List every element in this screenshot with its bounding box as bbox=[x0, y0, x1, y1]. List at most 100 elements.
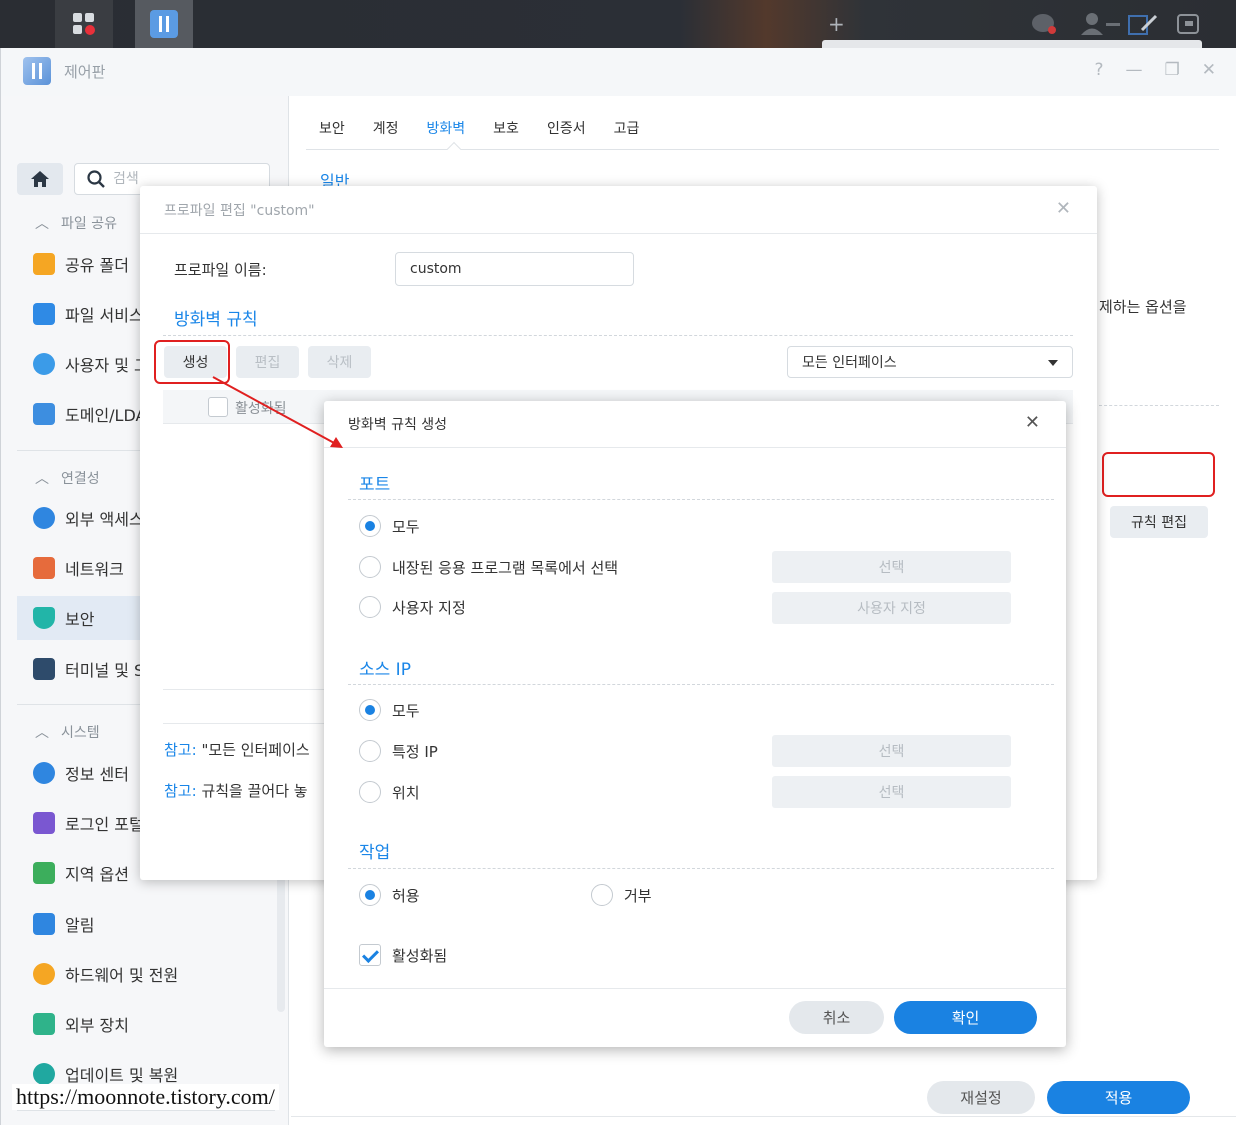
window-controls: ? — ❐ ✕ bbox=[1094, 60, 1216, 80]
home-icon bbox=[31, 171, 49, 187]
tab-bar: 보안 계정 방화벽 보호 인증서 고급 bbox=[319, 118, 667, 138]
content-divider bbox=[1099, 405, 1219, 406]
users-icon bbox=[33, 353, 55, 375]
source-all-radio[interactable] bbox=[359, 699, 381, 721]
action-deny-radio[interactable] bbox=[591, 884, 613, 906]
highlight-create bbox=[154, 340, 230, 384]
highlight-edit-rules bbox=[1102, 452, 1215, 497]
dialog-divider bbox=[140, 233, 1097, 234]
control-panel-taskbar-button[interactable] bbox=[135, 0, 193, 48]
source-ip-title: 소스 IP bbox=[359, 660, 411, 680]
port-builtin-radio[interactable] bbox=[359, 556, 381, 578]
port-all-radio[interactable] bbox=[359, 515, 381, 537]
note-drag-rules: 참고: 규칙을 끌어다 놓 bbox=[164, 782, 308, 800]
footer-divider bbox=[291, 1116, 1236, 1117]
tab-firewall[interactable]: 방화벽 bbox=[427, 118, 480, 138]
firewall-description: 제하는 옵션을 bbox=[1099, 298, 1187, 316]
source-location-radio[interactable] bbox=[359, 781, 381, 803]
dialog-divider bbox=[324, 447, 1066, 448]
home-button[interactable] bbox=[17, 163, 63, 195]
source-all-label: 모두 bbox=[392, 702, 420, 720]
cancel-button[interactable]: 취소 bbox=[789, 1001, 884, 1034]
note-interfaces: 참고: "모든 인터페이스 bbox=[164, 741, 310, 759]
section-connectivity[interactable]: ︿ 연결성 bbox=[35, 468, 100, 488]
tab-advanced[interactable]: 고급 bbox=[614, 118, 654, 138]
active-tab-indicator bbox=[446, 141, 462, 157]
minimize-icon[interactable]: — bbox=[1126, 60, 1143, 80]
apply-button[interactable]: 적용 bbox=[1047, 1081, 1190, 1114]
title-bar[interactable]: 제어판 ? — ❐ ✕ bbox=[1, 48, 1236, 96]
source-specific-label: 특정 IP bbox=[392, 743, 438, 761]
terminal-icon bbox=[33, 658, 55, 680]
close-icon[interactable]: ✕ bbox=[1202, 60, 1216, 80]
main-menu-button[interactable] bbox=[55, 0, 113, 48]
source-location-select-button[interactable]: 선택 bbox=[772, 776, 1011, 808]
enabled-checkbox[interactable] bbox=[359, 944, 381, 966]
edit-rules-button[interactable]: 규칙 편집 bbox=[1110, 506, 1208, 538]
domain-icon bbox=[33, 403, 55, 425]
create-rule-dialog: 방화벽 규칙 생성 ✕ 포트 모두 내장된 응용 프로그램 목록에서 선택 선택… bbox=[324, 401, 1066, 1047]
close-icon[interactable]: ✕ bbox=[1025, 412, 1040, 433]
notification-icon bbox=[33, 913, 55, 935]
close-icon[interactable]: ✕ bbox=[1056, 198, 1071, 219]
window-title: 제어판 bbox=[64, 63, 106, 81]
reset-button[interactable]: 재설정 bbox=[927, 1081, 1035, 1114]
login-portal-icon bbox=[33, 812, 55, 834]
search-icon bbox=[87, 170, 105, 188]
profile-name-input[interactable] bbox=[395, 252, 634, 286]
help-icon[interactable]: ? bbox=[1094, 60, 1103, 80]
section-divider bbox=[163, 335, 1073, 336]
action-deny-label: 거부 bbox=[624, 887, 652, 905]
source-specific-radio[interactable] bbox=[359, 740, 381, 762]
ok-button[interactable]: 확인 bbox=[894, 1001, 1037, 1034]
select-all-checkbox[interactable] bbox=[208, 397, 228, 417]
tab-security[interactable]: 보안 bbox=[319, 118, 359, 138]
chevron-up-icon: ︿ bbox=[35, 725, 49, 741]
port-builtin-label: 내장된 응용 프로그램 목록에서 선택 bbox=[392, 559, 619, 577]
port-custom-button[interactable]: 사용자 지정 bbox=[772, 592, 1011, 624]
sidebar-item-notification[interactable]: 알림 bbox=[17, 902, 279, 946]
enabled-label: 활성화됨 bbox=[392, 947, 448, 965]
source-specific-select-button[interactable]: 선택 bbox=[772, 735, 1011, 767]
action-allow-radio[interactable] bbox=[359, 884, 381, 906]
section-divider bbox=[348, 868, 1054, 869]
tab-underline bbox=[306, 149, 1219, 150]
network-icon bbox=[33, 557, 55, 579]
tab-account[interactable]: 계정 bbox=[373, 118, 413, 138]
apps-grid-icon bbox=[73, 13, 95, 35]
port-select-button[interactable]: 선택 bbox=[772, 551, 1011, 583]
profile-name-label: 프로파일 이름: bbox=[174, 261, 267, 279]
edit-rule-button[interactable]: 편집 bbox=[236, 346, 299, 378]
shield-icon bbox=[33, 607, 55, 629]
tab-protection[interactable]: 보호 bbox=[493, 118, 533, 138]
tab-certificate[interactable]: 인증서 bbox=[547, 118, 600, 138]
interface-select[interactable]: 모든 인터페이스 bbox=[787, 346, 1073, 378]
regional-icon bbox=[33, 862, 55, 884]
sidebar-divider bbox=[17, 1110, 275, 1111]
port-custom-radio[interactable] bbox=[359, 596, 381, 618]
section-file-sharing[interactable]: ︿ 파일 공유 bbox=[35, 213, 117, 233]
action-allow-label: 허용 bbox=[392, 887, 420, 905]
taskbar: + bbox=[0, 0, 1236, 48]
section-system[interactable]: ︿ 시스템 bbox=[35, 722, 100, 742]
delete-rule-button[interactable]: 삭제 bbox=[308, 346, 371, 378]
control-panel-app-icon bbox=[23, 57, 51, 85]
dialog-title: 방화벽 규칙 생성 bbox=[348, 417, 448, 433]
chevron-up-icon: ︿ bbox=[35, 471, 49, 487]
dialog-title: 프로파일 편집 "custom" bbox=[164, 203, 315, 219]
sidebar-item-hardware-power[interactable]: 하드웨어 및 전원 bbox=[17, 952, 279, 996]
firewall-rules-title: 방화벽 규칙 bbox=[174, 310, 258, 330]
action-title: 작업 bbox=[359, 843, 391, 863]
chevron-down-icon bbox=[1048, 360, 1058, 366]
port-title: 포트 bbox=[359, 475, 391, 495]
port-all-label: 모두 bbox=[392, 518, 420, 536]
chevron-up-icon: ︿ bbox=[35, 216, 49, 232]
sidebar-item-external-devices[interactable]: 외부 장치 bbox=[17, 1002, 279, 1046]
bulb-icon bbox=[33, 963, 55, 985]
section-divider bbox=[348, 684, 1054, 685]
update-icon bbox=[33, 1063, 55, 1085]
search-input[interactable] bbox=[113, 171, 253, 187]
restore-icon[interactable]: ❐ bbox=[1165, 60, 1180, 80]
external-access-icon bbox=[33, 507, 55, 529]
watermark-url: https://moonnote.tistory.com/ bbox=[12, 1084, 279, 1110]
